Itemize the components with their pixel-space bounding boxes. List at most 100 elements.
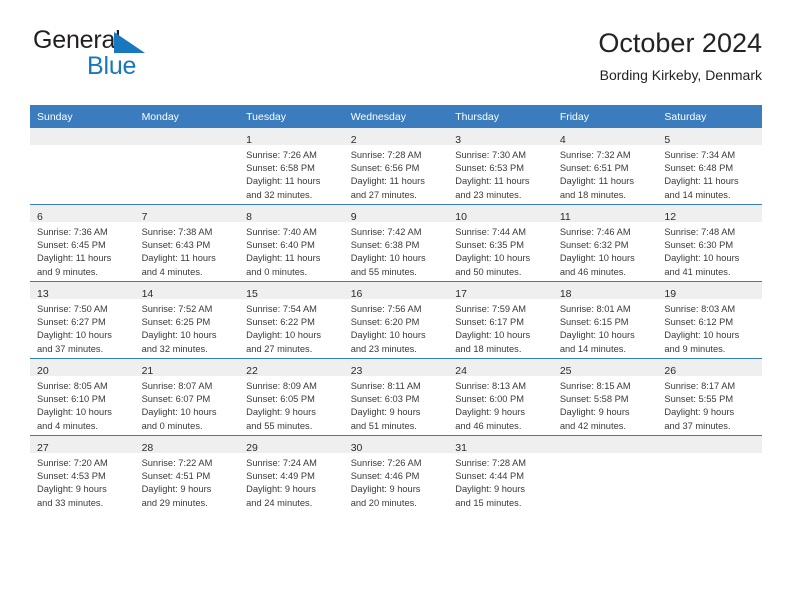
sunrise-text: Sunrise: 7:42 AM [350,227,422,237]
calendar-day-cell[interactable]: 7 Sunrise: 7:38 AM Sunset: 6:43 PM Daylight… [134,204,240,282]
calendar-day-cell[interactable]: 3 Sunrise: 7:30 AM Sunset: 6:53 PM Daylight… [448,128,553,205]
day-number: 9 [350,211,357,223]
calendar-week-row: 20 Sunrise: 8:05 AM Sunset: 6:10 PM Dayligh… [30,358,762,436]
daylight-text-line2: and 23 minutes. [455,189,522,200]
calendar-day-cell[interactable]: 18 Sunrise: 8:01 AM Sunset: 6:15 PM Dayligh… [552,281,658,359]
daylight-text-line1: Daylight: 10 hours [559,253,635,264]
sunset-text: Sunset: 6:43 PM [141,240,211,251]
day-number: 28 [141,442,154,454]
calendar-day-cell[interactable]: 15 Sunrise: 7:54 AM Sunset: 6:22 PM Dayligh… [239,281,344,359]
calendar-day-cell[interactable]: 24 Sunrise: 8:13 AM Sunset: 6:00 PM Dayligh… [448,358,553,436]
calendar-day-cell[interactable]: 17 Sunrise: 7:59 AM Sunset: 6:17 PM Dayligh… [448,281,553,359]
daylight-text-line1: Daylight: 11 hours [350,176,425,187]
daylight-text-line1: Daylight: 9 hours [455,484,526,495]
day-sun-info: Sunrise: 7:59 AM Sunset: 6:17 PM Daylight:… [448,299,553,356]
day-sun-info: Sunrise: 7:26 AM Sunset: 6:58 PM Daylight:… [239,145,344,202]
calendar-day-cell[interactable]: 30 Sunrise: 7:26 AM Sunset: 4:46 PM Dayligh… [343,435,449,512]
calendar-day-cell[interactable]: 1 Sunrise: 7:26 AM Sunset: 6:58 PM Daylight… [239,128,344,205]
day-number: 23 [350,365,363,377]
calendar-day-cell[interactable]: 13 Sunrise: 7:50 AM Sunset: 6:27 PM Dayligh… [30,281,135,359]
calendar-day-cell-empty [134,128,240,205]
day-sun-info: Sunrise: 7:46 AM Sunset: 6:32 PM Daylight:… [553,222,658,279]
daylight-text-line2: and 41 minutes. [664,266,731,277]
sunset-text: Sunset: 6:27 PM [37,317,106,328]
daylight-text-line2: and 9 minutes. [664,343,726,354]
calendar-day-cell-empty [30,128,135,205]
day-number-band: 9 [343,205,449,223]
calendar-day-cell[interactable]: 22 Sunrise: 8:09 AM Sunset: 6:05 PM Dayligh… [239,358,344,436]
calendar-day-cell[interactable]: 19 Sunrise: 8:03 AM Sunset: 6:12 PM Dayligh… [657,281,762,359]
calendar-day-cell[interactable]: 26 Sunrise: 8:17 AM Sunset: 5:55 PM Dayligh… [657,358,762,436]
day-cell-inner: 2 Sunrise: 7:28 AM Sunset: 6:56 PM Daylight… [343,128,449,204]
calendar-day-cell[interactable]: 31 Sunrise: 7:28 AM Sunset: 4:44 PM Dayligh… [448,435,553,512]
calendar-day-cell[interactable]: 27 Sunrise: 7:20 AM Sunset: 4:53 PM Dayligh… [30,435,135,512]
daylight-text-line2: and 23 minutes. [350,343,417,354]
day-sun-info: Sunrise: 8:01 AM Sunset: 6:15 PM Daylight:… [553,299,658,356]
day-cell-inner: 21 Sunrise: 8:07 AM Sunset: 6:07 PM Dayligh… [134,359,240,435]
day-number-band: 19 [657,282,762,300]
day-sun-info: Sunrise: 7:44 AM Sunset: 6:35 PM Daylight:… [448,222,553,279]
day-number-band: 20 [30,359,135,377]
sunrise-text: Sunrise: 7:38 AM [141,227,213,237]
sunset-text: Sunset: 4:44 PM [455,471,524,482]
day-number-band: 8 [239,205,344,223]
day-cell-inner: 31 Sunrise: 7:28 AM Sunset: 4:44 PM Dayligh… [448,436,553,512]
day-number-band: 12 [657,205,762,223]
calendar-day-cell[interactable]: 20 Sunrise: 8:05 AM Sunset: 6:10 PM Dayligh… [30,358,135,436]
daylight-text-line2: and 55 minutes. [350,266,417,277]
title-block: October 2024 Bording Kirkeby, Denmark [598,26,762,85]
daylight-text-line2: and 14 minutes. [559,343,626,354]
day-number: 16 [350,288,363,300]
day-number: 6 [37,211,43,223]
calendar-day-cell[interactable]: 23 Sunrise: 8:11 AM Sunset: 6:03 PM Dayligh… [343,358,449,436]
sunset-text: Sunset: 4:53 PM [37,471,106,482]
weekday-header-tuesday: Tuesday [239,105,344,128]
daylight-text-line2: and 42 minutes. [559,420,626,431]
calendar-day-cell[interactable]: 6 Sunrise: 7:36 AM Sunset: 6:45 PM Daylight… [30,204,135,282]
calendar-day-cell[interactable]: 5 Sunrise: 7:34 AM Sunset: 6:48 PM Daylight… [657,128,762,205]
day-sun-info: Sunrise: 8:05 AM Sunset: 6:10 PM Daylight:… [30,376,135,433]
day-number: 3 [455,134,462,146]
day-cell-inner: 20 Sunrise: 8:05 AM Sunset: 6:10 PM Dayligh… [30,359,135,435]
daylight-text-line1: Daylight: 9 hours [350,407,421,418]
calendar-day-cell[interactable]: 9 Sunrise: 7:42 AM Sunset: 6:38 PM Daylight… [343,204,449,282]
sunrise-text: Sunrise: 7:28 AM [455,458,527,468]
sunrise-text: Sunrise: 7:56 AM [350,304,422,314]
day-number-band: 27 [30,436,135,454]
weekday-header-thursday: Thursday [448,105,553,128]
calendar-day-cell[interactable]: 12 Sunrise: 7:48 AM Sunset: 6:30 PM Dayligh… [657,204,762,282]
daylight-text-line1: Daylight: 10 hours [246,330,322,341]
day-number: 2 [350,134,357,146]
sunrise-text: Sunrise: 7:34 AM [664,150,736,160]
calendar-day-cell[interactable]: 11 Sunrise: 7:46 AM Sunset: 6:32 PM Dayligh… [552,204,658,282]
day-cell-inner: 9 Sunrise: 7:42 AM Sunset: 6:38 PM Daylight… [343,205,449,281]
calendar-day-cell[interactable]: 4 Sunrise: 7:32 AM Sunset: 6:51 PM Daylight… [552,128,658,205]
day-number: 8 [246,211,252,223]
day-cell-inner: 27 Sunrise: 7:20 AM Sunset: 4:53 PM Dayligh… [30,436,135,512]
sunset-text: Sunset: 6:15 PM [559,317,629,328]
sunrise-text: Sunrise: 7:40 AM [246,227,317,237]
calendar-day-cell[interactable]: 28 Sunrise: 7:22 AM Sunset: 4:51 PM Dayligh… [134,435,240,512]
daylight-text-line1: Daylight: 11 hours [246,176,321,187]
calendar-day-cell[interactable]: 2 Sunrise: 7:28 AM Sunset: 6:56 PM Daylight… [343,128,449,205]
calendar-week-row: 1 Sunrise: 7:26 AM Sunset: 6:58 PM Daylight… [30,128,762,205]
calendar-day-cell[interactable]: 8 Sunrise: 7:40 AM Sunset: 6:40 PM Daylight… [239,204,344,282]
sunrise-text: Sunrise: 7:26 AM [246,150,317,160]
day-sun-info: Sunrise: 7:34 AM Sunset: 6:48 PM Daylight:… [657,145,762,202]
calendar-day-cell[interactable]: 29 Sunrise: 7:24 AM Sunset: 4:49 PM Dayligh… [239,435,344,512]
day-number: 13 [37,288,49,300]
sunset-text: Sunset: 4:49 PM [246,471,315,482]
day-sun-info: Sunrise: 7:36 AM Sunset: 6:45 PM Daylight:… [30,222,135,279]
day-number: 18 [559,288,572,300]
weekday-header-monday: Monday [134,105,240,128]
calendar-day-cell[interactable]: 10 Sunrise: 7:44 AM Sunset: 6:35 PM Dayligh… [448,204,553,282]
calendar-day-cell[interactable]: 16 Sunrise: 7:56 AM Sunset: 6:20 PM Dayligh… [343,281,449,359]
calendar-day-cell[interactable]: 14 Sunrise: 7:52 AM Sunset: 6:25 PM Dayligh… [134,281,240,359]
daylight-text-line2: and 32 minutes. [141,343,208,354]
calendar-day-cell[interactable]: 25 Sunrise: 8:15 AM Sunset: 5:58 PM Dayligh… [552,358,658,436]
day-cell-inner: 15 Sunrise: 7:54 AM Sunset: 6:22 PM Dayligh… [239,282,344,358]
calendar-day-cell[interactable]: 21 Sunrise: 8:07 AM Sunset: 6:07 PM Dayligh… [134,358,240,436]
day-number-band: 14 [134,282,240,300]
day-number: 12 [664,211,677,223]
sunrise-text: Sunrise: 7:50 AM [37,304,108,314]
